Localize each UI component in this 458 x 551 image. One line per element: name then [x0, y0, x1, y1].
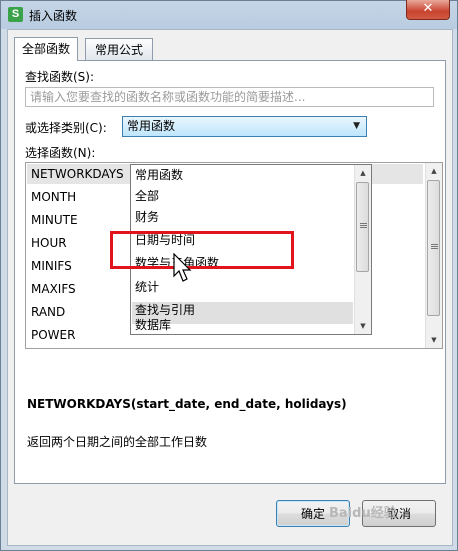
- scroll-thumb[interactable]: [356, 182, 369, 272]
- scroll-up-icon[interactable]: ▲: [355, 165, 371, 181]
- close-button[interactable]: ✕: [406, 0, 450, 20]
- scroll-thumb[interactable]: [427, 180, 440, 316]
- list-item[interactable]: POWER: [31, 325, 75, 345]
- list-item[interactable]: MONTH: [31, 187, 76, 207]
- dropdown-option[interactable]: 全部: [135, 186, 159, 207]
- category-value: 常用函数: [127, 119, 176, 133]
- function-list-scrollbar[interactable]: ▲ ▼: [425, 163, 442, 348]
- function-signature: NETWORKDAYS(start_date, end_date, holida…: [27, 397, 347, 411]
- search-input[interactable]: [25, 87, 434, 107]
- list-item[interactable]: HOUR: [31, 233, 67, 253]
- title-bar: S 插入函数 ✕: [1, 0, 457, 29]
- dropdown-scrollbar[interactable]: ▲ ▼: [354, 165, 371, 334]
- tab-common-formulas[interactable]: 常用公式: [85, 38, 153, 60]
- tab-all-functions[interactable]: 全部函数: [14, 37, 78, 61]
- category-label: 或选择类别(C):: [25, 121, 107, 135]
- list-item[interactable]: MAXIFS: [31, 279, 76, 299]
- list-item[interactable]: RAND: [31, 302, 65, 322]
- list-item[interactable]: MINUTE: [31, 210, 78, 230]
- search-label: 查找函数(S):: [25, 70, 95, 84]
- app-icon: S: [8, 7, 23, 22]
- functions-label: 选择函数(N):: [25, 146, 96, 160]
- category-select[interactable]: 常用函数 ▼: [122, 116, 367, 137]
- dialog-title: 插入函数: [29, 9, 78, 23]
- dropdown-option[interactable]: 常用函数: [135, 165, 183, 186]
- tab-label: 全部函数: [21, 42, 70, 56]
- dropdown-option[interactable]: 数据库: [135, 315, 171, 334]
- scroll-up-icon[interactable]: ▲: [426, 163, 442, 179]
- close-icon: ✕: [422, 1, 434, 16]
- chevron-down-icon: ▼: [353, 121, 360, 131]
- list-item[interactable]: MINIFS: [31, 256, 72, 276]
- scroll-down-icon[interactable]: ▼: [355, 318, 371, 334]
- function-description: 返回两个日期之间的全部工作日数: [27, 435, 208, 449]
- annotation-highlight-box: [110, 231, 294, 269]
- list-item[interactable]: NETWORKDAYS: [31, 164, 124, 184]
- dropdown-option[interactable]: 统计: [135, 277, 159, 298]
- tab-label: 常用公式: [94, 43, 143, 57]
- tab-panel: 查找函数(S): 或选择类别(C): 常用函数 ▼ 选择函数(N): NETWO…: [14, 60, 446, 484]
- dialog-client: 全部函数 常用公式 查找函数(S): 或选择类别(C): 常用函数 ▼ 选择函数…: [7, 29, 453, 546]
- mouse-cursor-icon: [173, 253, 192, 282]
- insert-function-dialog: S 插入函数 ✕ 全部函数 常用公式 查找函数(S): 或选择类别(C): 常用…: [0, 0, 458, 551]
- scroll-down-icon[interactable]: ▼: [426, 332, 442, 348]
- dropdown-option[interactable]: 财务: [135, 207, 159, 228]
- watermark: Baidu经验: [329, 506, 397, 521]
